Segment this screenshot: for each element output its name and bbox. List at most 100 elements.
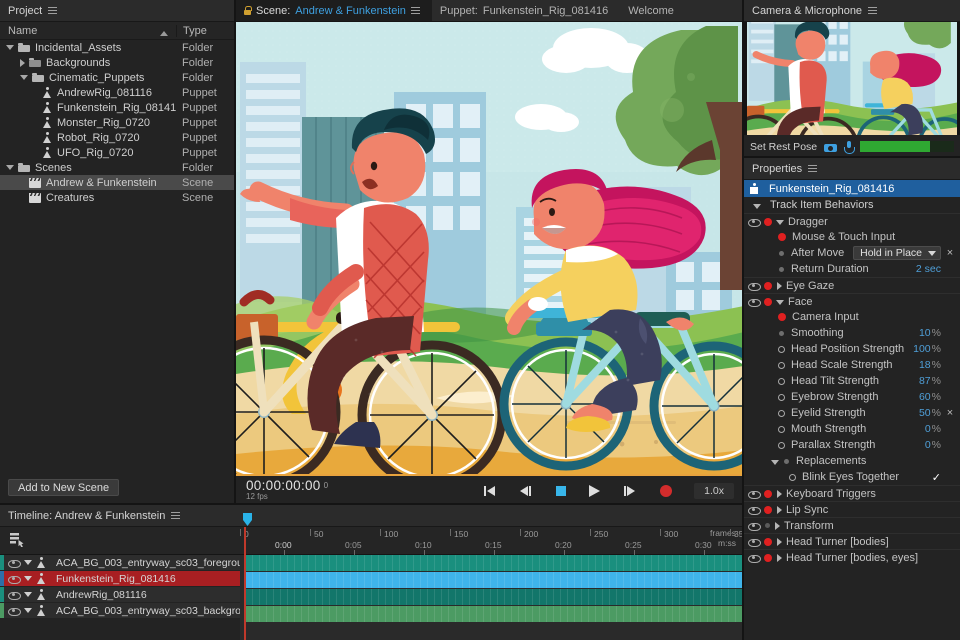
chevron-right-icon[interactable] — [777, 538, 782, 546]
vertical-divider-project-viewer[interactable] — [234, 0, 236, 505]
vertical-divider-viewer-props[interactable] — [742, 0, 744, 640]
arm-for-record-icon[interactable] — [764, 298, 772, 306]
keyframe-circle-icon[interactable] — [778, 362, 785, 369]
chevron-right-icon[interactable] — [775, 522, 780, 530]
behavior-row[interactable]: Dragger — [744, 213, 960, 229]
timecode-display[interactable]: 00:00:00:000 12 fps — [236, 479, 328, 502]
property-row[interactable]: Head Tilt Strength87% — [744, 373, 960, 389]
keyframe-circle-icon[interactable] — [778, 394, 785, 401]
behavior-row[interactable]: Eye Gaze — [744, 277, 960, 293]
chevron-down-icon[interactable] — [24, 576, 32, 581]
horizontal-divider-timeline[interactable] — [0, 503, 744, 505]
timeline-track-headers[interactable]: ACA_BG_003_entryway_sc03_foregroundFunke… — [0, 555, 240, 640]
column-header-name[interactable]: Name — [0, 25, 176, 37]
microphone-icon[interactable] — [844, 141, 853, 153]
timeline-track-header[interactable]: Funkenstein_Rig_081416 — [0, 571, 240, 587]
chevron-down-icon[interactable] — [776, 220, 784, 225]
snap-to-grid-icon[interactable] — [10, 533, 25, 547]
step-forward-button[interactable] — [624, 484, 638, 497]
chevron-down-icon[interactable] — [6, 165, 14, 170]
record-button[interactable] — [660, 485, 672, 497]
playhead-handle[interactable] — [243, 513, 252, 526]
chevron-down-icon[interactable] — [6, 45, 14, 50]
visibility-eye-icon[interactable] — [748, 552, 759, 563]
selected-puppet-header[interactable]: Funkenstein_Rig_081416 — [744, 180, 960, 197]
parameter-dot-icon[interactable] — [784, 459, 789, 464]
behavior-row[interactable]: Keyboard Triggers — [744, 485, 960, 501]
go-to-start-button[interactable] — [484, 484, 498, 497]
timeline-clip[interactable] — [245, 555, 744, 571]
viewer-tab[interactable]: Scene:Andrew & Funkenstein — [236, 0, 432, 21]
property-row[interactable]: Mouth Strength0% — [744, 421, 960, 437]
property-row[interactable]: Head Position Strength100% — [744, 341, 960, 357]
parameter-dot-icon[interactable] — [779, 267, 784, 272]
visibility-eye-icon[interactable] — [748, 536, 759, 547]
timeline-ruler[interactable]: frames m:ss 0501001502002503003500:000:0… — [0, 527, 744, 555]
step-back-button[interactable] — [520, 484, 534, 497]
column-header-type[interactable]: Type — [176, 25, 236, 37]
keyframe-circle-icon[interactable] — [789, 474, 796, 481]
track-item-behaviors-header[interactable]: Track Item Behaviors — [744, 197, 960, 213]
chevron-down-icon[interactable] — [24, 592, 32, 597]
behaviors-list[interactable]: DraggerMouse & Touch InputAfter MoveHold… — [744, 213, 960, 565]
remove-property-button[interactable]: × — [946, 407, 954, 419]
keyframe-circle-icon[interactable] — [778, 410, 785, 417]
camera-icon[interactable] — [824, 141, 837, 152]
project-row[interactable]: BackgroundsFolder — [0, 55, 236, 70]
property-row[interactable]: Blink Eyes Together✓ — [744, 469, 960, 485]
playback-speed-button[interactable]: 1.0x — [694, 483, 734, 499]
timeline-track-header[interactable]: ACA_BG_003_entryway_sc03_background — [0, 603, 240, 619]
property-row[interactable]: Head Scale Strength18% — [744, 357, 960, 373]
property-row[interactable]: Eyebrow Strength60% — [744, 389, 960, 405]
timeline-track-header[interactable]: AndrewRig_081116 — [0, 587, 240, 603]
project-tree[interactable]: Incidental_AssetsFolderBackgroundsFolder… — [0, 40, 236, 473]
chevron-down-icon[interactable] — [776, 300, 784, 305]
chevron-down-icon[interactable] — [771, 460, 779, 465]
visibility-eye-icon[interactable] — [748, 280, 759, 291]
timeline-clip-area[interactable] — [240, 555, 744, 640]
parameter-dot-icon[interactable] — [779, 251, 784, 256]
camera-panel-menu-icon[interactable] — [868, 7, 877, 15]
project-row[interactable]: AndrewRig_081116Puppet — [0, 85, 236, 100]
chevron-down-icon[interactable] — [24, 608, 32, 613]
keyframe-circle-icon[interactable] — [778, 346, 785, 353]
project-row[interactable]: ScenesFolder — [0, 160, 236, 175]
property-row[interactable]: Smoothing10% — [744, 325, 960, 341]
track-visibility-icon[interactable] — [8, 557, 19, 568]
property-row[interactable]: Camera Input — [744, 309, 960, 325]
chevron-right-icon[interactable] — [777, 554, 782, 562]
timeline-panel-menu-icon[interactable] — [171, 512, 180, 520]
arm-for-record-icon[interactable] — [778, 313, 786, 321]
behavior-row[interactable]: Head Turner [bodies, eyes] — [744, 549, 960, 565]
arm-for-record-icon[interactable] — [764, 490, 772, 498]
timeline-clip[interactable] — [245, 606, 744, 622]
lock-icon[interactable] — [244, 6, 251, 15]
properties-panel-menu-icon[interactable] — [808, 165, 817, 173]
timeline-clip[interactable] — [245, 589, 744, 605]
project-row[interactable]: Monster_Rig_0720Puppet — [0, 115, 236, 130]
track-visibility-icon[interactable] — [8, 573, 19, 584]
property-row[interactable]: Mouse & Touch Input — [744, 229, 960, 245]
visibility-eye-icon[interactable] — [748, 504, 759, 515]
timeline-track-header[interactable]: ACA_BG_003_entryway_sc03_foreground — [0, 555, 240, 571]
camera-preview[interactable] — [744, 22, 960, 135]
project-row[interactable]: CreaturesScene — [0, 190, 236, 205]
chevron-right-icon[interactable] — [20, 59, 25, 67]
visibility-eye-icon[interactable] — [748, 488, 759, 499]
project-row[interactable]: Robot_Rig_0720Puppet — [0, 130, 236, 145]
project-row[interactable]: Andrew & FunkensteinScene — [0, 175, 236, 190]
arm-for-record-icon[interactable] — [764, 538, 772, 546]
arm-for-record-icon[interactable] — [764, 282, 772, 290]
sort-ascending-icon[interactable] — [160, 31, 168, 36]
playhead-line[interactable] — [244, 527, 246, 640]
visibility-eye-icon[interactable] — [748, 296, 759, 307]
after-move-dropdown[interactable]: Hold in Place — [853, 246, 941, 260]
chevron-down-icon[interactable] — [24, 560, 32, 565]
horizontal-divider-camera-props[interactable] — [744, 156, 960, 158]
project-row[interactable]: Cinematic_PuppetsFolder — [0, 70, 236, 85]
property-row[interactable]: Parallax Strength0% — [744, 437, 960, 453]
scene-stage[interactable] — [236, 22, 744, 474]
property-row[interactable]: Replacements — [744, 453, 960, 469]
arm-for-record-icon[interactable] — [765, 523, 770, 528]
set-rest-pose-button[interactable]: Set Rest Pose — [750, 141, 817, 153]
